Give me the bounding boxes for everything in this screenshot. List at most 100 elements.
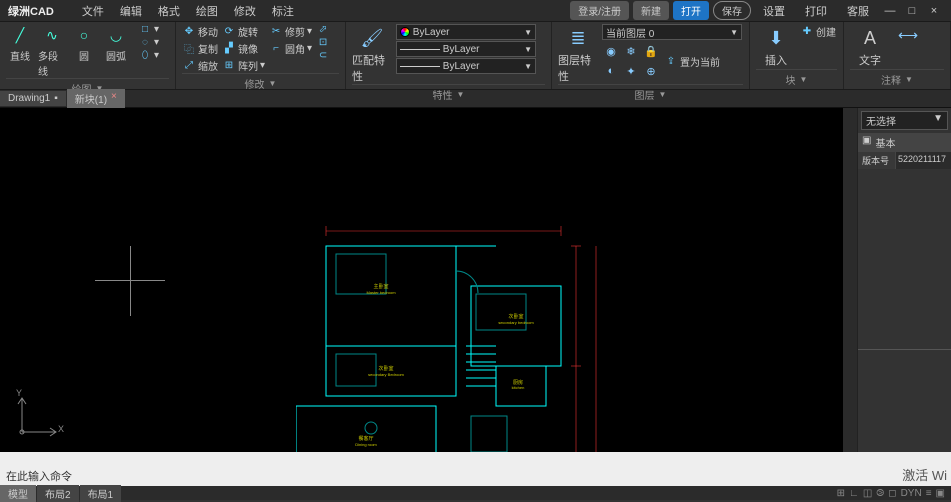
app-title: 绿洲CAD xyxy=(8,3,54,19)
service-button[interactable]: 客服 xyxy=(847,3,869,19)
modify-mini-3[interactable]: ⊂ xyxy=(316,50,330,61)
open-button[interactable]: 打开 xyxy=(673,1,709,20)
arc-tool[interactable]: ◡圆弧 xyxy=(102,24,130,63)
svg-text:Master bedroom: Master bedroom xyxy=(366,290,396,295)
menu-file[interactable]: 文件 xyxy=(82,3,104,19)
layer-mini-2[interactable]: ❄ xyxy=(622,42,640,60)
svg-text:secondary Bedroom: secondary Bedroom xyxy=(368,372,404,377)
layout1-tab[interactable]: 布局2 xyxy=(37,485,79,502)
text-tool[interactable]: A文字 xyxy=(850,24,890,68)
block-panel-title: 块 xyxy=(786,72,796,87)
svg-text:Dining room: Dining room xyxy=(355,442,377,447)
array-tool[interactable]: ⊞阵列▾ xyxy=(222,58,265,73)
menu-modify[interactable]: 修改 xyxy=(234,3,256,19)
status-dyn[interactable]: DYN xyxy=(901,488,922,499)
copy-tool[interactable]: ⿻复制 xyxy=(182,41,218,56)
mirror-tool[interactable]: ▞镜像 xyxy=(222,41,265,56)
status-snap-icon[interactable]: ∟ xyxy=(849,488,859,499)
print-button[interactable]: 打印 xyxy=(805,3,827,19)
svg-text:次卧室: 次卧室 xyxy=(508,313,523,320)
fillet-tool[interactable]: ⌐圆角▾ xyxy=(269,41,312,56)
setcurrent-icon: ⇪ xyxy=(664,56,678,67)
draw-mini-1[interactable]: □▾ xyxy=(138,24,159,35)
tab-marker-icon: ▪ xyxy=(54,93,58,104)
lineweight-dropdown[interactable]: ByLayer▼ xyxy=(396,41,536,57)
scale-tool[interactable]: ⤢缩放 xyxy=(182,58,218,73)
save-button[interactable]: 保存 xyxy=(713,1,751,20)
status-osnap-icon[interactable]: ◻ xyxy=(888,488,896,499)
chevron-down-icon[interactable]: ▼ xyxy=(269,79,277,88)
command-prompt: 在此输入命令 xyxy=(6,468,72,484)
menu-edit[interactable]: 编辑 xyxy=(120,3,142,19)
close-icon[interactable]: × xyxy=(927,5,941,17)
prop-section-basic[interactable]: ▣基本 xyxy=(858,133,951,152)
props-panel-title: 特性 xyxy=(433,87,453,102)
status-lwt-icon[interactable]: ≡ xyxy=(926,488,932,499)
trim-icon: ✂ xyxy=(269,26,283,37)
line-tool[interactable]: ╱直线 xyxy=(6,24,34,63)
svg-text:secondary bedroom: secondary bedroom xyxy=(498,320,534,325)
chevron-down-icon[interactable]: ▼ xyxy=(800,75,808,84)
insert-block-tool[interactable]: ⬇插入 xyxy=(756,24,796,68)
menu-draw[interactable]: 绘图 xyxy=(196,3,218,19)
chevron-down-icon[interactable]: ▼ xyxy=(905,75,913,84)
minimize-icon[interactable]: — xyxy=(883,5,897,17)
draw-mini-3[interactable]: ⬯▾ xyxy=(138,50,159,61)
circle-icon: ○ xyxy=(73,24,95,46)
rotate-tool[interactable]: ⟳旋转 xyxy=(222,24,265,39)
text-icon: A xyxy=(856,24,884,52)
layer-mini-3[interactable]: 🔒 xyxy=(642,42,660,60)
menu-format[interactable]: 格式 xyxy=(158,3,180,19)
layer-mini-6[interactable]: ⊕ xyxy=(642,62,660,80)
polyline-tool[interactable]: ∿多段线 xyxy=(38,24,66,78)
close-tab-icon[interactable]: × xyxy=(111,91,117,106)
array-icon: ⊞ xyxy=(222,60,236,71)
doc-tab-newblock[interactable]: 新块(1)× xyxy=(67,89,125,108)
floor-plan: 主卧室Master bedroom 次卧室secondary Bedroom 次… xyxy=(296,226,646,452)
status-grid-icon[interactable]: ⊞ xyxy=(837,488,845,499)
draw-mini-2[interactable]: ◌▾ xyxy=(138,37,159,48)
status-polar-icon[interactable]: ⧁ xyxy=(876,488,884,499)
status-ortho-icon[interactable]: ◫ xyxy=(863,488,872,499)
mirror-icon: ▞ xyxy=(222,43,236,54)
layer-mini-4[interactable]: ◐ xyxy=(602,62,620,80)
move-tool[interactable]: ✥移动 xyxy=(182,24,218,39)
create-block-tool[interactable]: ✚创建 xyxy=(800,24,836,39)
doc-tab-drawing1[interactable]: Drawing1▪ xyxy=(0,91,66,106)
layer-properties-tool[interactable]: ≣图层特性 xyxy=(558,24,598,84)
chevron-down-icon[interactable]: ▼ xyxy=(659,90,667,99)
match-properties-tool[interactable]: 🖌匹配特性 xyxy=(352,24,392,84)
chevron-down-icon[interactable]: ▼ xyxy=(457,90,465,99)
dimension-tool[interactable]: ⟷ xyxy=(894,24,922,46)
settings-button[interactable]: 设置 xyxy=(763,3,785,19)
layer-mini-1[interactable]: ◉ xyxy=(602,42,620,60)
vertical-scrollbar[interactable] xyxy=(843,108,857,452)
svg-text:主卧室: 主卧室 xyxy=(373,283,388,290)
linetype-dropdown[interactable]: ByLayer▼ xyxy=(396,58,536,74)
menu-annotate[interactable]: 标注 xyxy=(272,3,294,19)
circle-tool[interactable]: ○圆 xyxy=(70,24,98,63)
layer-mini-5[interactable]: ✦ xyxy=(622,62,640,80)
match-icon: 🖌 xyxy=(358,24,386,52)
current-layer-dropdown[interactable]: 当前图层 0▼ xyxy=(602,24,742,40)
restore-icon[interactable]: □ xyxy=(905,5,919,17)
login-button[interactable]: 登录/注册 xyxy=(570,1,629,20)
drawing-canvas[interactable]: Y X xyxy=(0,108,843,452)
modify-mini-2[interactable]: ⊡ xyxy=(316,37,330,48)
color-dropdown[interactable]: ByLayer▼ xyxy=(396,24,536,40)
annotate-panel-title: 注释 xyxy=(881,72,901,87)
set-current-tool[interactable]: ⇪置为当前 xyxy=(664,42,720,80)
selection-dropdown[interactable]: 无选择▼ xyxy=(861,111,948,130)
model-tab[interactable]: 模型 xyxy=(0,485,36,502)
layout2-tab[interactable]: 布局1 xyxy=(80,485,122,502)
layers-icon: ≣ xyxy=(564,24,592,52)
svg-text:次卧室: 次卧室 xyxy=(378,365,393,372)
svg-text:餐客厅: 餐客厅 xyxy=(358,435,373,442)
modify-mini-1[interactable]: ⬀ xyxy=(316,24,330,35)
command-line[interactable]: 在此输入命令 xyxy=(0,452,951,486)
color-swatch-icon xyxy=(400,27,410,37)
new-button[interactable]: 新建 xyxy=(633,1,669,20)
status-maximize-icon[interactable]: ▣ xyxy=(936,488,945,499)
property-preview xyxy=(858,349,951,409)
trim-tool[interactable]: ✂修剪▾ xyxy=(269,24,312,39)
